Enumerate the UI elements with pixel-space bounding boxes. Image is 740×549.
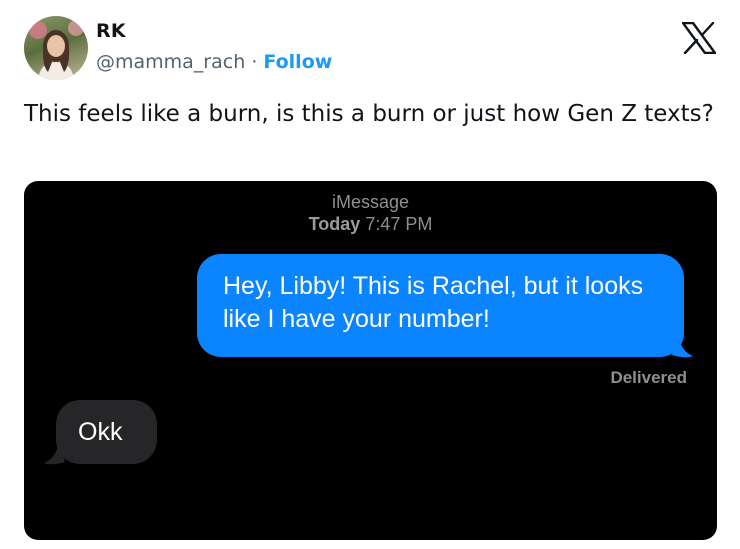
timestamp: Today 7:47 PM	[24, 213, 717, 235]
outgoing-message: Hey, Libby! This is Rachel, but it looks…	[197, 254, 684, 357]
incoming-message: Okk	[56, 400, 157, 464]
x-logo-icon[interactable]	[682, 22, 716, 54]
timestamp-time: 7:47 PM	[365, 214, 433, 234]
service-label: iMessage	[331, 192, 410, 212]
follow-button[interactable]: Follow	[263, 51, 332, 73]
tweet-card: RK @mamma_rach · Follow This feels like …	[0, 0, 740, 549]
profile-photo	[29, 20, 84, 80]
author-handle[interactable]: @mamma_rach	[96, 51, 245, 73]
avatar[interactable]	[24, 16, 88, 80]
timestamp-day: Today	[308, 214, 361, 234]
separator-dot: ·	[251, 51, 258, 73]
message-screenshot[interactable]: iMessage Today 7:47 PM Hey, Libby! This …	[24, 181, 717, 540]
author-meta: @mamma_rach · Follow	[96, 51, 332, 73]
delivery-status: Delivered	[610, 368, 687, 387]
conversation-header: iMessage Today 7:47 PM	[24, 191, 717, 235]
author-name[interactable]: RK	[96, 20, 126, 42]
tweet-text: This feels like a burn, is this a burn o…	[24, 101, 714, 127]
